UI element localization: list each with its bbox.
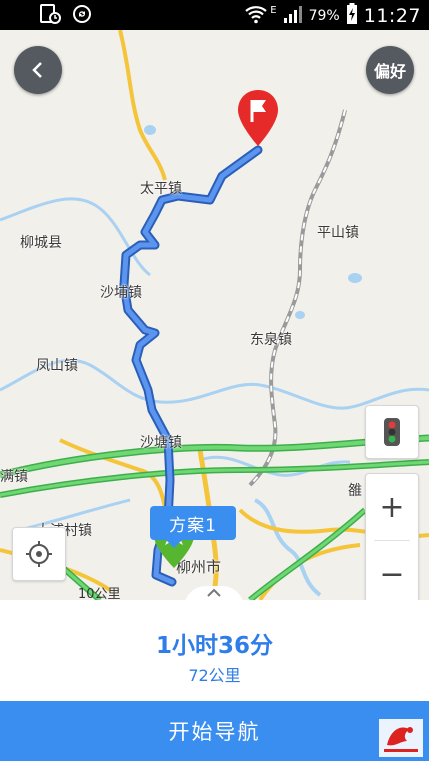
map-label-fengshan: 凤山镇 (36, 358, 78, 374)
clock: 11:27 (363, 5, 421, 27)
map-label-shatang: 沙塘镇 (140, 435, 182, 451)
expand-handle[interactable] (184, 586, 244, 608)
map-label-hu: 满镇 (0, 469, 28, 485)
traffic-toggle-button[interactable] (365, 405, 419, 459)
start-navigation-button[interactable]: 开始导航 (0, 701, 429, 761)
map-label-taiping: 太平镇 (140, 181, 182, 197)
scale-label: 10公里 (78, 587, 121, 600)
zoom-in-button[interactable]: + (366, 474, 418, 540)
wifi-icon (244, 4, 268, 28)
start-navigation-label: 开始导航 (168, 720, 261, 744)
chevron-left-icon (32, 62, 42, 78)
map-label-pingshan: 平山镇 (317, 225, 359, 241)
preference-label: 偏好 (373, 62, 406, 81)
traffic-light-icon (384, 418, 400, 446)
map-label-dongquan: 东泉镇 (250, 332, 292, 348)
route-summary-panel[interactable]: 1小时36分 72公里 (0, 586, 429, 701)
map-label-liucheng: 柳城县 (20, 235, 62, 251)
map-label-yong: 雒 (348, 483, 362, 499)
zoom-controls: + − (365, 473, 419, 600)
sync-icon (72, 4, 92, 28)
locate-button[interactable] (12, 527, 66, 581)
gallery-icon (40, 4, 62, 28)
battery-icon (346, 3, 358, 29)
map-label-shapu: 沙埔镇 (100, 285, 142, 301)
route-duration: 1小时36分 (155, 633, 273, 659)
network-type: E (270, 4, 277, 16)
watermark-logo-icon (379, 719, 423, 757)
route-plan-label[interactable]: 方案1 (150, 506, 236, 548)
crosshair-icon (26, 541, 52, 567)
destination-marker[interactable] (236, 88, 280, 150)
status-bar: E 79% 11:27 (0, 0, 429, 30)
route-distance: 72公里 (188, 666, 241, 685)
map-scale: 10公里 (78, 583, 121, 600)
map-view[interactable]: 太平镇 柳城县 平山镇 沙埔镇 东泉镇 凤山镇 沙塘镇 满镇 大浦村镇 柳州市 … (0, 30, 429, 600)
battery-percent: 79% (308, 8, 340, 24)
signal-icon (283, 4, 303, 28)
preference-button[interactable]: 偏好 (366, 46, 414, 94)
zoom-out-button[interactable]: − (366, 541, 418, 600)
flag-pin-icon (238, 90, 278, 146)
chevron-up-icon (207, 588, 221, 597)
back-button[interactable] (14, 46, 62, 94)
